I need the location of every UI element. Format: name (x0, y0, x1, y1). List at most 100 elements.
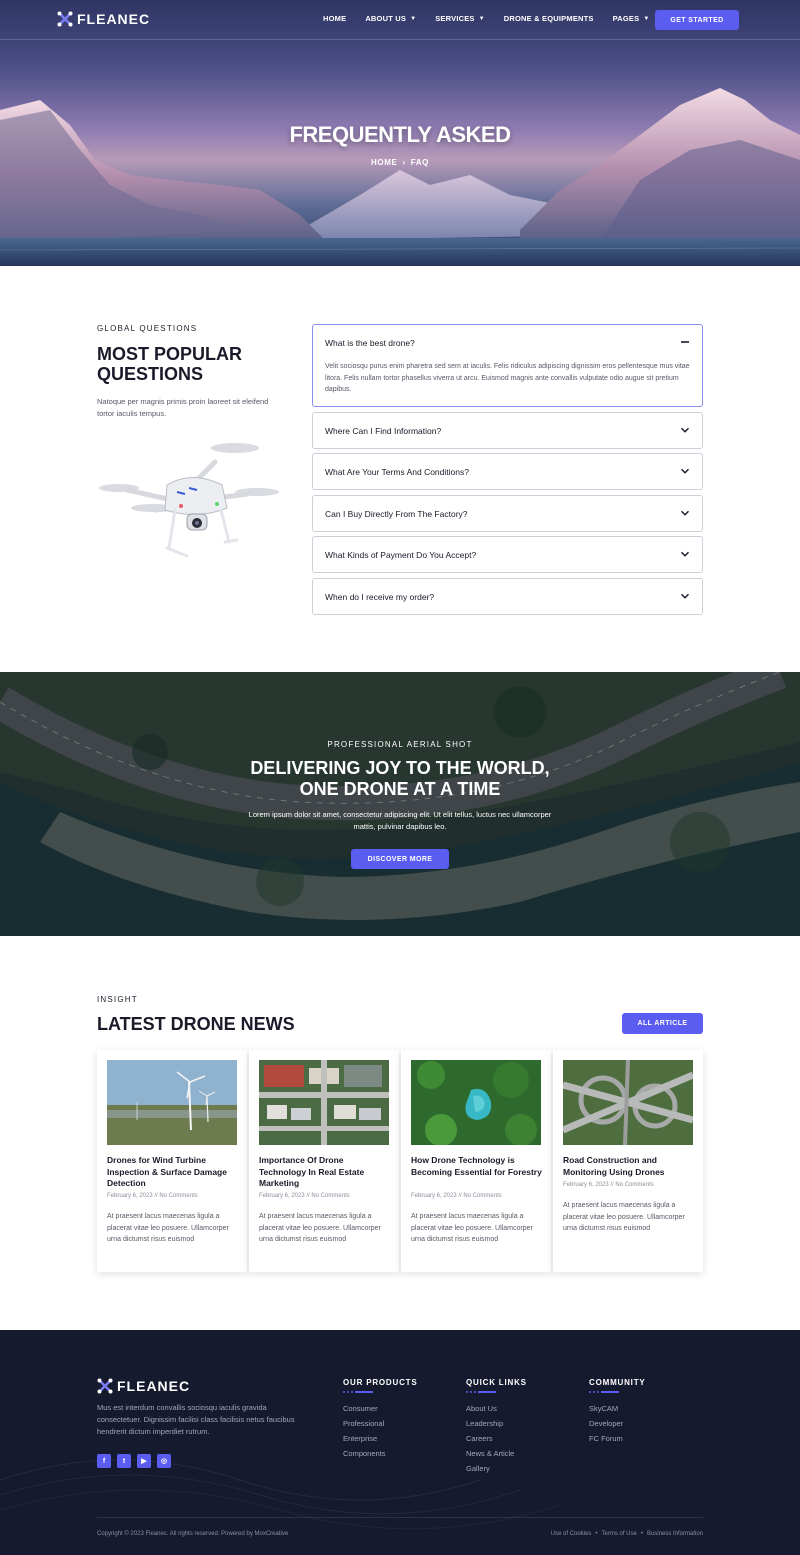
chevron-down-icon[interactable] (680, 466, 690, 476)
footer-link[interactable]: Professional (343, 1416, 418, 1431)
footer-logo[interactable]: FLEANEC (97, 1378, 190, 1394)
post-date: February 6, 2023 (259, 1193, 305, 1199)
drone-image (99, 443, 279, 558)
news-card-title[interactable]: Road Construction and Monitoring Using D… (563, 1155, 695, 1178)
news-card[interactable]: How Drone Technology is Becoming Essenti… (401, 1050, 551, 1272)
faq-item[interactable]: What is the best drone? Velit sociosqu p… (312, 324, 703, 407)
footer-link[interactable]: FC Forum (589, 1431, 646, 1446)
news-card-title[interactable]: Importance Of Drone Technology In Real E… (259, 1155, 391, 1190)
nav-item-drone-equipments[interactable]: DRONE & EQUIPMENTS (504, 14, 594, 23)
chevron-down-icon[interactable] (680, 549, 690, 559)
highway-interchange-image (563, 1060, 693, 1145)
discover-more-button[interactable]: DISCOVER MORE (351, 849, 449, 869)
social-links: f t ▶ ◎ (97, 1454, 171, 1468)
news-card-excerpt: At praesent lacus maecenas ligula a plac… (563, 1202, 685, 1232)
breadcrumb-home-link[interactable]: HOME (371, 158, 397, 167)
news-card-image[interactable] (107, 1060, 237, 1145)
faq-answer: Velit sociosqu purus enim pharetra sed s… (325, 363, 690, 393)
faq-question[interactable]: Can I Buy Directly From The Factory? (325, 509, 468, 519)
breadcrumb: HOME › FAQ (0, 158, 800, 167)
footer-link[interactable]: Leadership (466, 1416, 527, 1431)
meta-separator: // (154, 1193, 158, 1199)
legal-link-business-information[interactable]: Business Information (647, 1531, 703, 1537)
meta-separator: // (458, 1193, 462, 1199)
news-card-excerpt: At praesent lacus maecenas ligula a plac… (411, 1213, 533, 1243)
footer-column-products: OUR PRODUCTS Consumer Professional Enter… (343, 1378, 418, 1461)
facebook-icon[interactable]: f (97, 1454, 111, 1468)
footer-link[interactable]: News & Article (466, 1446, 527, 1461)
promo-text: Lorem ipsum dolor sit amet, consectetur … (248, 810, 552, 831)
brand-logo[interactable]: FLEANEC (57, 11, 150, 27)
post-date: February 6, 2023 (107, 1193, 153, 1199)
youtube-icon[interactable]: ▶ (137, 1454, 151, 1468)
brand-name: FLEANEC (77, 11, 151, 27)
faq-question[interactable]: When do I receive my order? (325, 592, 434, 602)
footer-link[interactable]: Consumer (343, 1401, 418, 1416)
news-card[interactable]: Importance Of Drone Technology In Real E… (249, 1050, 399, 1272)
post-comments-link[interactable]: No Comments (615, 1182, 653, 1188)
news-card[interactable]: Road Construction and Monitoring Using D… (553, 1050, 703, 1272)
faq-eyebrow: GLOBAL QUESTIONS (97, 324, 198, 333)
get-started-button[interactable]: GET STARTED (655, 10, 739, 30)
footer-link[interactable]: Components (343, 1446, 418, 1461)
nav-item-about-us[interactable]: ABOUT US ▼ (365, 14, 416, 23)
all-article-button[interactable]: ALL ARTICLE (622, 1013, 703, 1034)
promo-eyebrow: PROFESSIONAL AERIAL SHOT (327, 740, 473, 749)
faq-question[interactable]: What Kinds of Payment Do You Accept? (325, 550, 476, 560)
news-card-meta: February 6, 2023 // No Comments (411, 1193, 502, 1199)
news-card-meta: February 6, 2023 // No Comments (563, 1182, 654, 1188)
nav-item-services[interactable]: SERVICES ▼ (435, 14, 485, 23)
faq-question[interactable]: What is the best drone? (325, 338, 415, 348)
news-card-image[interactable] (259, 1060, 389, 1145)
post-comments-link[interactable]: No Comments (159, 1193, 197, 1199)
page-title: FREQUENTLY ASKED (289, 122, 511, 147)
footer-link[interactable]: Gallery (466, 1461, 527, 1476)
faq-intro: GLOBAL QUESTIONS MOST POPULAR QUESTIONS … (97, 324, 282, 420)
news-card-meta: February 6, 2023 // No Comments (107, 1193, 198, 1199)
news-card[interactable]: Drones for Wind Turbine Inspection & Sur… (97, 1050, 247, 1272)
faq-item[interactable]: What Kinds of Payment Do You Accept? (312, 536, 703, 573)
news-card-title[interactable]: Drones for Wind Turbine Inspection & Sur… (107, 1155, 239, 1190)
legal-link-cookies[interactable]: Use of Cookies (551, 1531, 592, 1537)
faq-accordion: What is the best drone? Velit sociosqu p… (312, 324, 703, 619)
real-estate-aerial-image (259, 1060, 389, 1145)
copyright-text: Copyright © 2023 Fleanec. All rights res… (97, 1531, 289, 1537)
footer-link[interactable]: Developer (589, 1416, 646, 1431)
post-comments-link[interactable]: No Comments (463, 1193, 501, 1199)
twitter-icon[interactable]: t (117, 1454, 131, 1468)
news-card-title[interactable]: How Drone Technology is Becoming Essenti… (411, 1155, 543, 1178)
nav-item-label: PAGES (612, 14, 640, 23)
footer-link[interactable]: Careers (466, 1431, 527, 1446)
nav-item-pages[interactable]: PAGES ▼ (613, 14, 650, 23)
footer-description: Mus est interdum convallis sociosqu iacu… (97, 1403, 295, 1436)
faq-question[interactable]: Where Can I Find Information? (325, 426, 441, 436)
faq-item[interactable]: When do I receive my order? (312, 577, 703, 615)
nav-item-label: HOME (323, 14, 347, 23)
legal-links: Use of Cookies • Terms of Use • Business… (551, 1531, 703, 1537)
news-card-image[interactable] (563, 1060, 693, 1145)
news-card-image[interactable] (411, 1060, 541, 1145)
chevron-down-icon[interactable] (680, 508, 690, 518)
post-comments-link[interactable]: No Comments (311, 1193, 349, 1199)
footer-column-title: OUR PRODUCTS (343, 1378, 418, 1387)
minus-icon[interactable] (680, 337, 690, 347)
instagram-icon[interactable]: ◎ (157, 1454, 171, 1468)
breadcrumb-current: FAQ (410, 158, 429, 167)
faq-item[interactable]: What Are Your Terms And Conditions? (312, 453, 703, 490)
faq-question[interactable]: What Are Your Terms And Conditions? (325, 467, 469, 477)
footer-link[interactable]: SkyCAM (589, 1401, 646, 1416)
nav-menu: HOME ABOUT US ▼ SERVICES ▼ DRONE & EQUIPME… (323, 14, 668, 23)
legal-link-terms[interactable]: Terms of Use (602, 1531, 637, 1537)
footer-link[interactable]: Enterprise (343, 1431, 418, 1446)
nav-item-home[interactable]: HOME (323, 14, 346, 23)
footer-column-community: COMMUNITY SkyCAM Developer FC Forum (589, 1378, 646, 1446)
chevron-down-icon[interactable] (680, 425, 690, 435)
chevron-down-icon[interactable] (680, 591, 690, 601)
footer-link[interactable]: About Us (466, 1401, 527, 1416)
news-card-meta: February 6, 2023 // No Comments (259, 1193, 350, 1199)
title-underline (466, 1391, 527, 1393)
faq-item[interactable]: Where Can I Find Information? (312, 411, 703, 449)
faq-item[interactable]: Can I Buy Directly From The Factory? (312, 494, 703, 532)
breadcrumb-separator-icon: › (402, 158, 406, 167)
promo-overlay (0, 672, 800, 936)
